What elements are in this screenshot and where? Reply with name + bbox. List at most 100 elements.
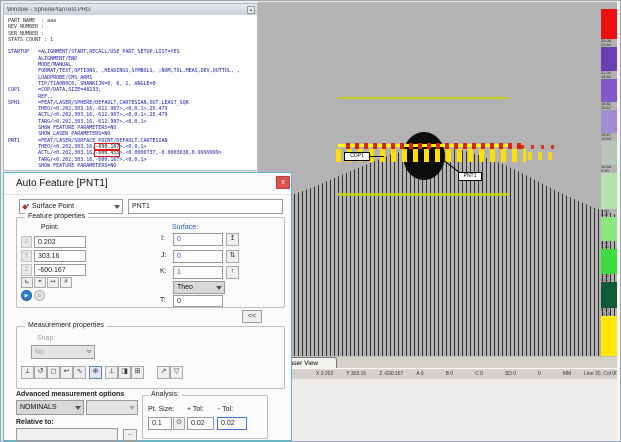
relative-to-label: Relative to: [16, 419, 54, 426]
color-scale-segment [601, 173, 617, 209]
snap-label: Snap: [37, 335, 55, 342]
window-margin [617, 1, 620, 441]
color-scale-segment [601, 79, 617, 102]
grid-button[interactable]: # [60, 277, 72, 288]
edit-window-titlebar[interactable]: Window - SpherePlanTest.PRG ▲ [4, 4, 257, 15]
color-scale-segment [601, 141, 617, 165]
j-label: J: [161, 252, 166, 259]
close-icon[interactable]: x [276, 176, 290, 189]
pt-size-label: Pt. Size: [148, 406, 174, 413]
axes-icon-button[interactable]: ⊾ [21, 277, 33, 288]
color-scale-tick-label: 12.54 9.40 [601, 165, 617, 173]
nominals-dropdown[interactable]: NOMINALS [16, 400, 84, 415]
status-item: SD 0 [505, 371, 516, 377]
test-play-button[interactable]: ▶ [21, 290, 32, 301]
status-bar: X 0.202Y 303.16Z -600.167A 0B 0C 0SD 00M… [258, 368, 619, 379]
snap-dropdown[interactable]: No [31, 345, 95, 359]
feature-name-input[interactable]: PNT1 [128, 199, 283, 214]
analysis-label: Analysis: [148, 391, 182, 398]
color-scale-segment [601, 47, 617, 71]
color-scale-tick-label: 9.40 6.27 [601, 209, 617, 217]
scan-graph-button[interactable]: ∿ [73, 366, 86, 379]
plus-tol-input[interactable]: 0.02 [187, 417, 214, 430]
surface-point-icon [23, 204, 29, 210]
relative-to-input[interactable] [16, 428, 118, 441]
t-label: T: [160, 297, 165, 304]
plus-tol-label: + Tol: [187, 406, 204, 413]
status-item: Y 303.16 [346, 371, 366, 377]
dialog-title: Auto Feature [PNT1] [16, 178, 108, 189]
i-label: I: [161, 235, 165, 242]
theo-mode-dropdown[interactable]: Theo [173, 281, 225, 294]
x-value-input[interactable]: 0.202 [34, 236, 86, 248]
scroll-up-icon[interactable]: ▲ [247, 6, 255, 14]
chevron-down-icon [75, 406, 81, 413]
align-vector-button[interactable]: ↑ [226, 266, 239, 279]
color-scale-segment [601, 110, 617, 133]
view-box-button[interactable]: ◻ [47, 366, 60, 379]
ruler-button[interactable]: ⊞ [131, 366, 144, 379]
x-axis-button[interactable]: X [21, 236, 32, 248]
block-offset-button[interactable]: ◨ [118, 366, 131, 379]
y-axis-button[interactable]: Y [21, 250, 32, 262]
color-scale-tick-label: 21.94 18.81 [601, 71, 617, 79]
y-value-input[interactable]: 303.16 [34, 250, 86, 262]
point-arrow-button[interactable]: ↦ [47, 277, 59, 288]
i-value-input[interactable]: 0 [173, 233, 223, 246]
collapse-dialog-button[interactable]: << [242, 310, 262, 323]
status-item: X 0.202 [316, 371, 333, 377]
drop-probe-button[interactable]: ⟂ [21, 366, 34, 379]
chevron-down-icon [86, 350, 92, 357]
auto-feature-dialog: Auto Feature [PNT1] x Surface Point PNT1… [3, 172, 292, 441]
surface-label: Surface: [172, 224, 198, 231]
target-crosshair-button[interactable]: ⊕ [89, 366, 102, 379]
laser-view-canvas[interactable]: COP1 PNT1 25.08 21.9421.94 18.8118.81 15… [258, 2, 619, 356]
browse-button[interactable]: ... [123, 429, 137, 441]
color-scale-segment [601, 316, 617, 356]
magnifier-icon[interactable]: ⊙ [173, 417, 185, 430]
status-item: Z -600.167 [379, 371, 403, 377]
minus-tol-input[interactable]: 0.02 [217, 417, 247, 430]
code-line: ACTL/<0.202,303.16,-600.455>,<0.0000737,… [8, 150, 257, 156]
point-path-button[interactable]: ↗ [157, 366, 170, 379]
feature-type-dropdown[interactable]: Surface Point [19, 199, 123, 214]
chevron-down-icon [114, 205, 120, 212]
k-label: K: [160, 268, 167, 275]
view-tab-strip: w Laser View [258, 356, 619, 368]
z-axis-button[interactable]: Z [21, 264, 32, 276]
color-scale-tick-label: 0.00 -3.13 [601, 308, 617, 316]
surface-normal-button[interactable]: ↥ [226, 233, 239, 246]
feature-properties-label: Feature properties [25, 213, 88, 220]
t-value-input[interactable]: 0 [173, 295, 223, 307]
edit-window-title: Window - SpherePlanTest.PRG [7, 7, 247, 13]
code-line: SHOW FEATURE PARAMETERS=NO [8, 163, 257, 169]
z-value-input[interactable]: -600.167 [34, 264, 86, 276]
return-path-button[interactable]: ↩ [60, 366, 73, 379]
point-label: Point: [41, 224, 59, 231]
measurement-properties-label: Measurement properties [25, 322, 107, 329]
cop1-leader-line [370, 156, 384, 157]
reset-button[interactable]: ↻ [34, 290, 45, 301]
pnt1-label: PNT1 [458, 172, 482, 181]
color-scale-tick-label: 6.27 3.13 [601, 241, 617, 249]
chevron-down-icon [216, 286, 222, 293]
deviation-color-scale: 25.08 21.9421.94 18.8118.81 15.6715.67 1… [601, 9, 617, 356]
edit-window: Window - SpherePlanTest.PRG ▲ PART NAME … [3, 3, 258, 171]
color-scale-tick-label: 25.08 21.94 [601, 39, 617, 47]
feature-type-value: Surface Point [32, 203, 74, 210]
j-value-input[interactable]: 0 [173, 250, 223, 263]
probe-touch-button[interactable]: ⊥ [105, 366, 118, 379]
pt-size-input[interactable]: 0.1 [148, 417, 172, 430]
divider [4, 194, 291, 195]
scan-points-red [346, 143, 521, 149]
measurement-properties-group: Measurement properties Snap: No ⟂↺◻↩∿⊕⊥◨… [16, 326, 285, 389]
program-code-area[interactable]: PART NAME : aaaREV NUMBER :SER NUMBER :S… [4, 15, 257, 170]
secondary-dropdown[interactable] [86, 400, 138, 415]
filter-button[interactable]: ▽ [170, 366, 183, 379]
scan-points-red-right [521, 145, 559, 149]
rotate-button[interactable]: ↺ [34, 366, 47, 379]
color-scale-segment [601, 217, 617, 241]
find-icon-button[interactable]: ⌖ [34, 277, 46, 288]
flip-vector-button[interactable]: ⇅ [226, 250, 239, 263]
k-value-input[interactable]: 1 [173, 266, 223, 279]
